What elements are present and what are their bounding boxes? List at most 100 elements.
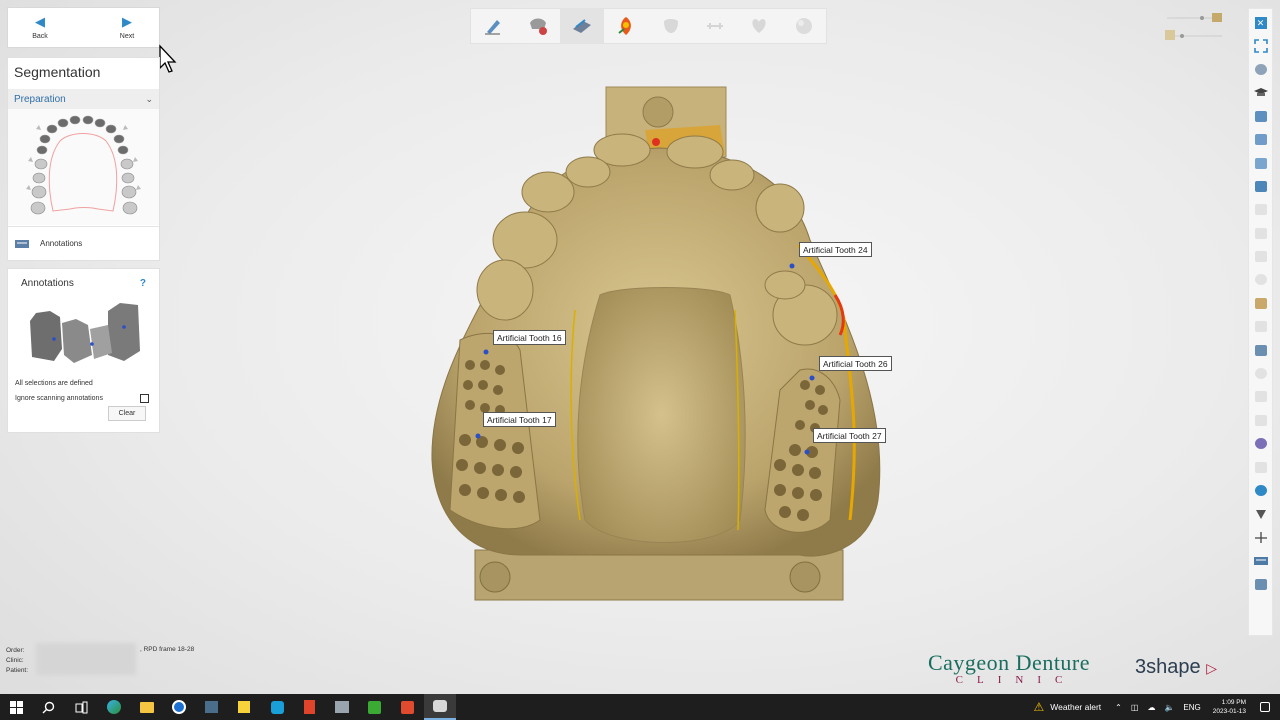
app-window-button[interactable]	[196, 694, 229, 720]
office-button[interactable]	[293, 694, 326, 720]
tooth-icon	[663, 19, 678, 33]
shield-button[interactable]	[1249, 502, 1272, 525]
print-button[interactable]	[1249, 572, 1272, 595]
pencil-tool[interactable]	[471, 9, 515, 43]
close-button[interactable]: ✕	[1249, 11, 1272, 34]
tool-disabled-4-button[interactable]	[1249, 268, 1272, 291]
edge-icon	[107, 700, 122, 714]
view-front-icon	[1254, 110, 1267, 122]
scan-tool[interactable]	[559, 9, 605, 43]
network-icon[interactable]: ◫	[1131, 703, 1139, 712]
clock[interactable]: 1:09 PM 2023-01-13	[1213, 698, 1246, 716]
app-blue-button[interactable]	[163, 694, 196, 720]
task-view-icon	[75, 701, 88, 713]
view-back-button[interactable]	[1249, 128, 1272, 151]
label-artificial-tooth-24[interactable]: Artificial Tooth 24	[799, 242, 872, 257]
view-top-button[interactable]	[1249, 175, 1272, 198]
preparation-dropdown[interactable]: Preparation ⌄	[8, 89, 159, 109]
connector-tool[interactable]	[693, 9, 737, 43]
scan-layer-icon	[1254, 344, 1267, 356]
view-front-button[interactable]	[1249, 105, 1272, 128]
fullscreen-button[interactable]	[1249, 34, 1272, 57]
start-button[interactable]	[0, 694, 33, 720]
disabled-tool-icon	[1254, 321, 1267, 333]
color-map-tool[interactable]	[604, 9, 648, 43]
clinic-label: Clinic:	[6, 657, 24, 664]
app-gray-button[interactable]	[326, 694, 359, 720]
sticky-note-icon	[238, 701, 251, 713]
education-button[interactable]	[1249, 81, 1272, 104]
pencil-icon	[485, 20, 501, 35]
window-icon	[205, 701, 219, 713]
annotations-row[interactable]: Annotations	[8, 226, 159, 260]
tool-disabled-7-button[interactable]	[1249, 385, 1272, 408]
tool-disabled-3-button[interactable]	[1249, 245, 1272, 268]
search-button[interactable]	[33, 694, 66, 720]
language-indicator[interactable]: ENG	[1183, 703, 1200, 712]
annotations-row-label: Annotations	[40, 239, 83, 248]
annotation-tool-button[interactable]	[1249, 549, 1272, 572]
speaker-icon[interactable]: 🔈	[1164, 703, 1174, 712]
app-c-button[interactable]	[261, 694, 294, 720]
view-back-icon	[1254, 134, 1267, 146]
label-artificial-tooth-27[interactable]: Artificial Tooth 27	[813, 428, 886, 443]
order-value: , RPD frame 18-28	[140, 646, 195, 653]
ignore-annotations-label: Ignore scanning annotations	[15, 395, 103, 402]
measure-button[interactable]	[1249, 526, 1272, 549]
view-top-icon	[1254, 180, 1267, 192]
heart-tooth-tool[interactable]	[737, 9, 781, 43]
edge-button[interactable]	[98, 694, 131, 720]
workflow-toolbar	[470, 8, 827, 44]
camtasia-red-button[interactable]	[391, 694, 424, 720]
system-tray: ⌃ ◫ ☁ 🔈 ENG	[1115, 703, 1201, 712]
annotation-icon	[15, 239, 29, 248]
sticky-notes-button[interactable]	[228, 694, 261, 720]
chat-button[interactable]	[1249, 479, 1272, 502]
sphere-tool[interactable]	[782, 9, 826, 43]
label-artificial-tooth-17[interactable]: Artificial Tooth 17	[483, 412, 556, 427]
chevron-up-icon[interactable]: ⌃	[1115, 703, 1122, 712]
file-explorer-button[interactable]	[130, 694, 163, 720]
sphere-icon	[795, 18, 812, 34]
chat-icon	[1254, 485, 1267, 496]
dental-system-button[interactable]	[423, 694, 457, 720]
tooth-chart[interactable]	[8, 109, 159, 225]
model-layer-button[interactable]	[1249, 292, 1272, 315]
help-icon[interactable]: ?	[140, 278, 146, 293]
clock-time: 1:09 PM	[1221, 699, 1246, 706]
camtasia-green-button[interactable]	[359, 694, 392, 720]
color-ball-button[interactable]	[1249, 432, 1272, 455]
label-artificial-tooth-26[interactable]: Artificial Tooth 26	[819, 356, 892, 371]
red-app-icon	[400, 700, 414, 714]
next-button[interactable]: ▶ Next	[107, 8, 147, 47]
onedrive-icon[interactable]: ☁	[1147, 703, 1155, 712]
tool-disabled-6-button[interactable]	[1249, 362, 1272, 385]
view-side-button[interactable]	[1249, 151, 1272, 174]
rotate-button[interactable]	[1249, 58, 1272, 81]
clear-button[interactable]: Clear	[108, 406, 146, 421]
denture-model-3d[interactable]	[420, 80, 900, 610]
back-button[interactable]: ◀ Back	[20, 8, 60, 47]
tool-disabled-2-button[interactable]	[1249, 222, 1272, 245]
color-map-icon	[618, 17, 632, 35]
weather-widget[interactable]: ⚠ Weather alert	[1034, 700, 1102, 714]
task-view-button[interactable]	[65, 694, 98, 720]
label-artificial-tooth-16[interactable]: Artificial Tooth 16	[493, 330, 566, 345]
redacted-info	[36, 643, 136, 675]
arrow-right-icon: ▶	[122, 14, 132, 29]
tool-disabled-1-button[interactable]	[1249, 198, 1272, 221]
notifications-icon[interactable]	[1260, 702, 1270, 712]
shield-icon	[1255, 509, 1266, 519]
taskbar: ⚠ Weather alert ⌃ ◫ ☁ 🔈 ENG 1:09 PM 2023…	[0, 694, 1280, 720]
transparency-slider[interactable]	[1162, 10, 1227, 45]
ignore-annotations-checkbox[interactable]	[140, 394, 149, 403]
tooth-tool[interactable]	[649, 9, 693, 43]
graduation-cap-icon	[1253, 87, 1268, 96]
tool-disabled-9-button[interactable]	[1249, 455, 1272, 478]
tool-disabled-8-button[interactable]	[1249, 409, 1272, 432]
scan-layer-button[interactable]	[1249, 338, 1272, 361]
measure-icon	[1254, 532, 1267, 544]
fullscreen-icon	[1253, 39, 1268, 53]
teeth-segment-tool[interactable]	[515, 9, 559, 43]
tool-disabled-5-button[interactable]	[1249, 315, 1272, 338]
